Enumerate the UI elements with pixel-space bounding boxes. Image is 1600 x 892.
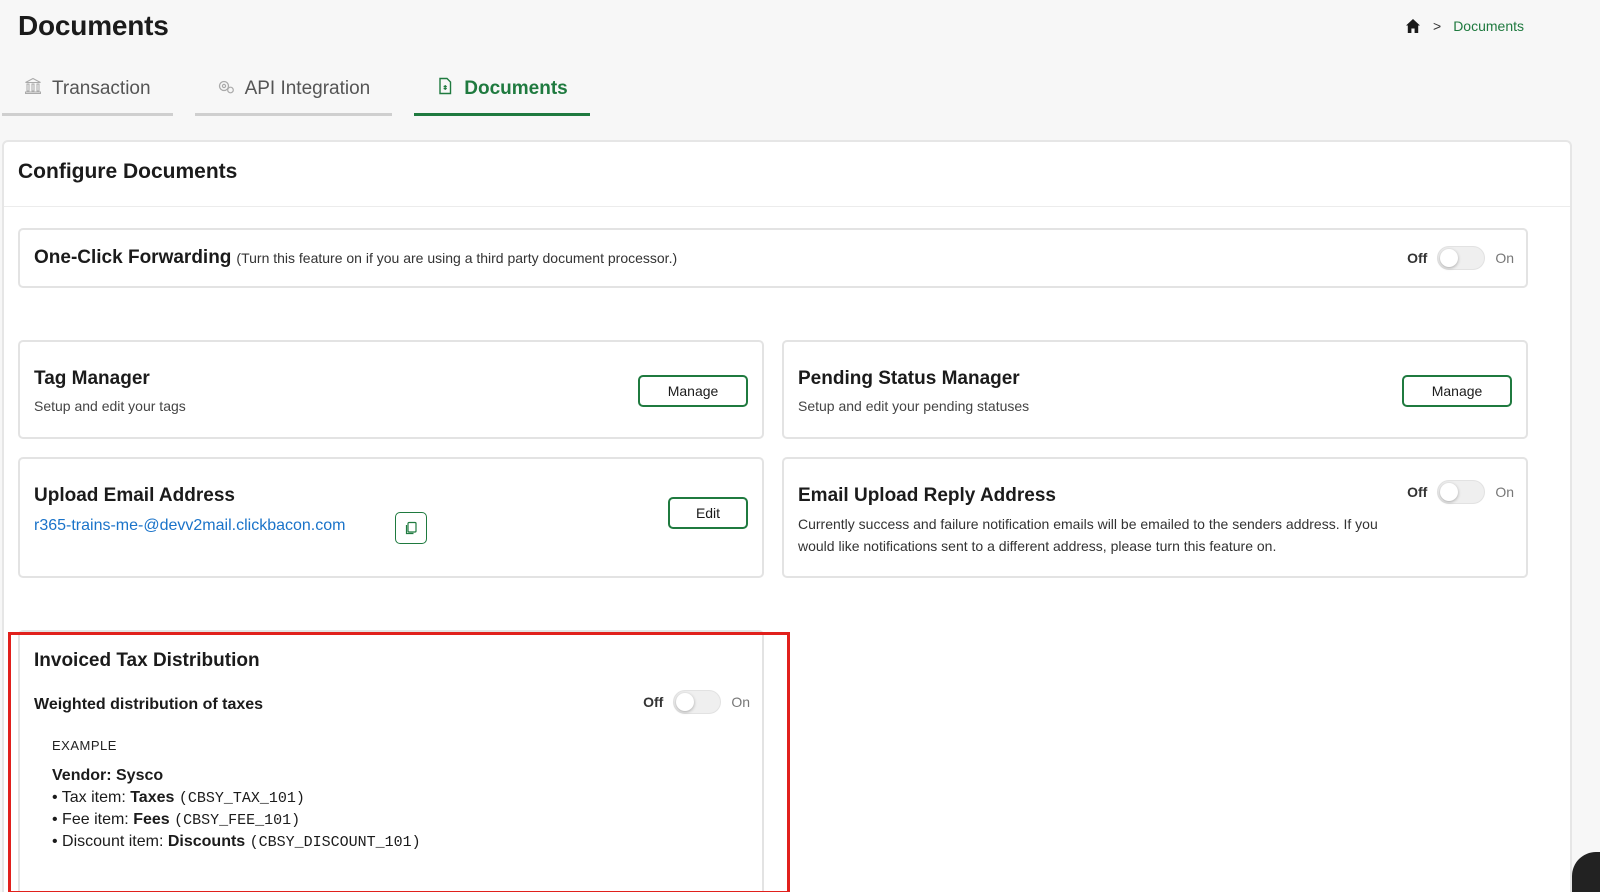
breadcrumb-current[interactable]: Documents bbox=[1453, 18, 1524, 34]
toggle-knob bbox=[1440, 483, 1459, 501]
tab-api-integration[interactable]: API Integration bbox=[194, 64, 393, 116]
item-prefix: • Fee item: bbox=[52, 811, 134, 828]
pending-status-manager-title: Pending Status Manager bbox=[798, 368, 1020, 389]
email-reply-address-toggle[interactable] bbox=[1437, 480, 1486, 504]
item-prefix: • Discount item: bbox=[52, 833, 168, 850]
example-vendor: Vendor: Sysco bbox=[52, 767, 164, 784]
upload-email-card: Upload Email Address r365-trains-me-@dev… bbox=[18, 457, 764, 578]
toggle-off-label: Off bbox=[1407, 484, 1428, 500]
upload-email-edit-button[interactable]: Edit bbox=[668, 497, 748, 529]
item-name: Taxes bbox=[130, 789, 175, 806]
toggle-off-label: Off bbox=[643, 694, 664, 710]
pending-status-manage-button[interactable]: Manage bbox=[1402, 375, 1512, 407]
email-reply-toggle-group: Off On bbox=[1407, 480, 1514, 504]
tab-transaction[interactable]: Transaction bbox=[2, 64, 173, 116]
item-name: Discounts bbox=[167, 833, 246, 850]
one-click-forwarding-note: (Turn this feature on if you are using a… bbox=[236, 250, 678, 266]
toggle-off-label: Off bbox=[1407, 250, 1428, 266]
upload-email-address[interactable]: r365-trains-me-@devv2mail.clickbacon.com bbox=[34, 517, 345, 534]
one-click-forwarding-toggle-group: Off On bbox=[1407, 246, 1514, 270]
copy-email-button[interactable] bbox=[395, 512, 427, 544]
toggle-on-label: On bbox=[731, 694, 750, 710]
example-item: • Fee item: Fees (CBSY_FEE_101) bbox=[52, 811, 421, 829]
tag-manager-subtitle: Setup and edit your tags bbox=[34, 398, 186, 414]
one-click-forwarding-card: One-Click Forwarding (Turn this feature … bbox=[18, 228, 1528, 288]
one-click-forwarding-title: One-Click Forwarding bbox=[34, 247, 232, 268]
invoiced-tax-distribution-card: Invoiced Tax Distribution Weighted distr… bbox=[18, 630, 764, 892]
item-name: Fees bbox=[133, 811, 170, 828]
tab-label: Documents bbox=[464, 77, 568, 99]
tab-documents[interactable]: Documents bbox=[414, 64, 590, 116]
tag-manager-title: Tag Manager bbox=[34, 368, 150, 389]
divider bbox=[4, 206, 1570, 207]
document-icon bbox=[436, 77, 454, 101]
toggle-knob bbox=[676, 693, 695, 711]
example-item: • Discount item: Discounts (CBSY_DISCOUN… bbox=[52, 833, 421, 851]
example-label: EXAMPLE bbox=[52, 738, 117, 753]
window-edge bbox=[1572, 0, 1600, 892]
gear-icon bbox=[217, 77, 235, 101]
tab-label: Transaction bbox=[52, 77, 151, 99]
tag-manager-card: Tag Manager Setup and edit your tags Man… bbox=[18, 340, 764, 439]
pending-status-manager-subtitle: Setup and edit your pending statuses bbox=[798, 398, 1030, 414]
tab-label: API Integration bbox=[244, 77, 371, 99]
item-code: (CBSY_FEE_101) bbox=[174, 812, 301, 829]
email-reply-address-card: Email Upload Reply Address Currently suc… bbox=[782, 457, 1528, 578]
item-code: (CBSY_DISCOUNT_101) bbox=[249, 834, 421, 851]
breadcrumb-separator: > bbox=[1433, 18, 1442, 34]
example-item: • Tax item: Taxes (CBSY_TAX_101) bbox=[52, 789, 421, 807]
weighted-distribution-toggle[interactable] bbox=[673, 690, 722, 714]
toggle-knob bbox=[1440, 249, 1459, 267]
one-click-forwarding-toggle[interactable] bbox=[1437, 246, 1486, 270]
email-reply-address-title: Email Upload Reply Address bbox=[798, 485, 1056, 506]
item-prefix: • Tax item: bbox=[52, 789, 131, 806]
tag-manager-manage-button[interactable]: Manage bbox=[638, 375, 748, 407]
upload-email-title: Upload Email Address bbox=[34, 485, 235, 506]
breadcrumb: > Documents bbox=[1405, 18, 1524, 34]
weighted-distribution-toggle-group: Off On bbox=[643, 690, 750, 714]
copy-icon bbox=[404, 521, 418, 535]
toggle-on-label: On bbox=[1495, 250, 1514, 266]
pending-status-manager-card: Pending Status Manager Setup and edit yo… bbox=[782, 340, 1528, 439]
email-reply-address-description: Currently success and failure notificati… bbox=[798, 516, 1378, 554]
example-block: EXAMPLE Vendor: Sysco • Tax item: Taxes … bbox=[52, 738, 421, 851]
bank-icon bbox=[24, 77, 42, 101]
weighted-distribution-label: Weighted distribution of taxes bbox=[34, 696, 264, 713]
toggle-on-label: On bbox=[1495, 484, 1514, 500]
tab-bar: Transaction API Integration Documents bbox=[2, 64, 590, 116]
configure-documents-panel: Configure Documents One-Click Forwarding… bbox=[2, 140, 1572, 892]
section-title: Configure Documents bbox=[18, 160, 238, 183]
item-code: (CBSY_TAX_101) bbox=[178, 790, 305, 807]
tax-distribution-title: Invoiced Tax Distribution bbox=[34, 650, 260, 671]
page-title: Documents bbox=[18, 10, 169, 41]
home-icon[interactable] bbox=[1405, 18, 1421, 34]
